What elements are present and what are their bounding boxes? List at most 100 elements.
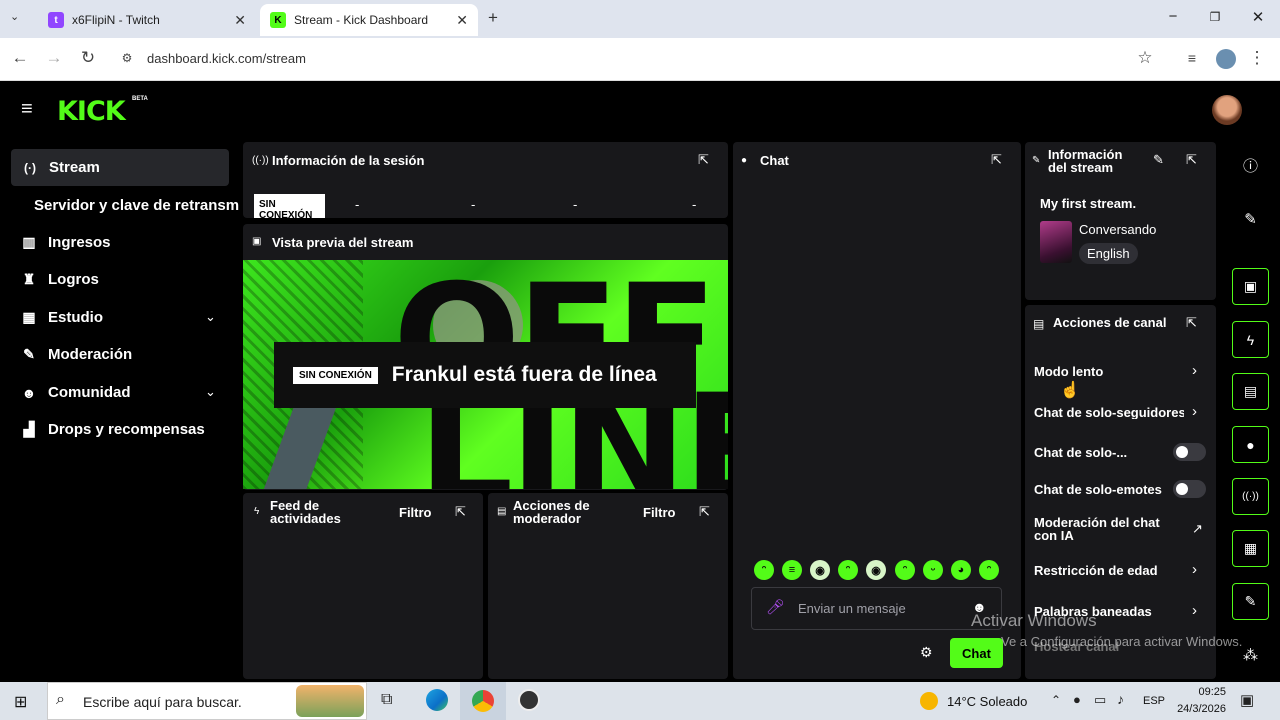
external-link-icon[interactable]: ↗	[1192, 521, 1203, 537]
site-info-icon[interactable]: ⚙	[115, 51, 139, 65]
title-line: actividades	[270, 511, 341, 526]
notifications-icon[interactable]: ▣	[1240, 691, 1254, 709]
sidebar-item-server-key[interactable]: Servidor y clave de retransm	[34, 197, 240, 214]
lightning-icon: ϟ	[254, 506, 260, 517]
emote-icon[interactable]: ≡	[782, 560, 802, 580]
sidebar-item-logros[interactable]: ♜ Logros	[18, 271, 99, 288]
category-name[interactable]: Conversando	[1079, 222, 1156, 237]
sidebar-item-moderacion[interactable]: ✎ Moderación	[18, 346, 132, 363]
sidebar-item-comunidad[interactable]: ☻ Comunidad	[18, 384, 131, 401]
tab-list-dropdown-icon[interactable]: ⌄	[10, 10, 19, 23]
reload-icon[interactable]: ↻	[76, 48, 100, 68]
wrench-icon[interactable]: ✎	[1232, 583, 1269, 620]
sidebar-item-estudio[interactable]: ▦ Estudio	[18, 309, 103, 326]
chevron-right-icon[interactable]: ›	[1192, 561, 1197, 578]
emote-icon[interactable]: ◉	[810, 560, 830, 580]
bookmark-star-icon[interactable]: ☆	[1133, 48, 1157, 68]
mod-actions-title: Acciones de moderador	[513, 499, 590, 525]
chevron-down-icon[interactable]: ⌄	[205, 384, 216, 400]
emote-icon[interactable]: ᵔ	[979, 560, 999, 580]
gear-icon[interactable]: ⚙	[920, 644, 933, 661]
weather-text[interactable]: 14°C Soleado	[947, 694, 1027, 709]
media-control-icon[interactable]: ≡	[1180, 50, 1204, 66]
chat-title: Chat	[760, 153, 789, 168]
sidebar-item-label: Stream	[49, 159, 100, 176]
task-view-icon[interactable]: ⧉	[381, 691, 392, 709]
sidebar-item-drops[interactable]: ▟ Drops y recompensas	[18, 421, 205, 438]
browser-menu-icon[interactable]: ⋮	[1245, 48, 1269, 68]
popout-icon[interactable]: ⇱	[1186, 315, 1197, 331]
chat-send-button[interactable]: Chat	[950, 638, 1003, 668]
action-subscribers-only[interactable]: Chat de solo-...	[1034, 446, 1127, 459]
hamburger-menu-icon[interactable]: ≡	[21, 98, 33, 121]
chat-bubble-icon[interactable]: ●	[1232, 426, 1269, 463]
stream-preview-title: Vista previa del stream	[272, 235, 414, 250]
broadcast-icon[interactable]: ((·))	[1232, 478, 1269, 515]
minimize-icon[interactable]: −	[1153, 8, 1193, 25]
popout-icon[interactable]: ⇱	[698, 152, 709, 168]
tab-twitch[interactable]: t x6FlipiN - Twitch ✕	[38, 4, 256, 36]
sidebar-item-ingresos[interactable]: ▥ Ingresos	[18, 234, 110, 251]
microphone-icon[interactable]: 🎤︎	[766, 598, 785, 616]
channel-icon: ▤	[1033, 317, 1045, 331]
volume-icon[interactable]: ♪	[1117, 691, 1124, 707]
emote-icon[interactable]: ᵔ	[895, 560, 915, 580]
stat-value: -	[692, 197, 697, 212]
close-icon[interactable]: ✕	[234, 12, 246, 29]
close-icon[interactable]: ✕	[456, 12, 468, 29]
info-icon[interactable]: ⓘ	[1232, 147, 1269, 184]
subscribers-only-toggle[interactable]	[1173, 443, 1206, 461]
edit-icon[interactable]: ✎	[1232, 200, 1269, 237]
preview-toggle-icon[interactable]: ▣	[1232, 268, 1269, 305]
clock-time[interactable]: 09:25	[1176, 686, 1226, 698]
stat-value: -	[355, 197, 360, 212]
windows-start-icon[interactable]: ⊞	[14, 692, 27, 712]
channel-icon[interactable]: ▦	[1232, 530, 1269, 567]
maximize-icon[interactable]: ❐	[1195, 10, 1235, 24]
emote-icon[interactable]: ◉	[866, 560, 886, 580]
url-field[interactable]: dashboard.kick.com/stream	[147, 51, 306, 66]
filter-button[interactable]: Filtro	[399, 505, 432, 520]
browser-tab-bar: ⌄ t x6FlipiN - Twitch ✕ K Stream - Kick …	[0, 0, 1280, 38]
user-avatar[interactable]	[1212, 95, 1242, 125]
popout-icon[interactable]: ⇱	[455, 504, 466, 520]
drops-icon: ▟	[23, 421, 35, 437]
filter-button[interactable]: Filtro	[643, 505, 676, 520]
tab-title: x6FlipiN - Twitch	[72, 13, 160, 27]
emote-icon[interactable]: ᵔ	[754, 560, 774, 580]
emote-icon[interactable]: ᵔ	[838, 560, 858, 580]
action-followers-only[interactable]: Chat de solo-seguidores	[1034, 406, 1184, 419]
action-emotes-only[interactable]: Chat de solo-emotes	[1034, 483, 1162, 496]
popout-icon[interactable]: ⇱	[1186, 152, 1197, 168]
forward-icon[interactable]: →	[42, 48, 66, 68]
show-hidden-icons-icon[interactable]: ⌃	[1051, 693, 1061, 707]
kick-logo[interactable]: KICK	[57, 96, 126, 127]
network-icon[interactable]: ▭	[1094, 692, 1106, 708]
edge-browser-icon[interactable]	[426, 689, 448, 711]
document-icon[interactable]: ▤	[1232, 373, 1269, 410]
profile-avatar-icon[interactable]	[1216, 49, 1236, 69]
new-tab-icon[interactable]: +	[488, 8, 498, 28]
popout-icon[interactable]: ⇱	[699, 504, 710, 520]
input-language[interactable]: ESP	[1143, 695, 1165, 707]
back-icon[interactable]: ←	[8, 48, 32, 68]
chevron-right-icon[interactable]: ›	[1192, 602, 1197, 619]
edit-icon[interactable]: ✎	[1153, 152, 1164, 168]
action-age-restriction[interactable]: Restricción de edad	[1034, 564, 1158, 577]
window-close-icon[interactable]: ✕	[1238, 8, 1278, 26]
emote-icon[interactable]: ◕	[951, 560, 971, 580]
clock-date[interactable]: 24/3/2026	[1168, 703, 1226, 715]
chevron-down-icon[interactable]: ⌄	[205, 309, 216, 325]
popout-icon[interactable]: ⇱	[991, 152, 1002, 168]
obs-icon[interactable]	[518, 689, 540, 711]
sidebar-item-stream[interactable]: (·) Stream	[11, 149, 229, 186]
chevron-right-icon[interactable]: ›	[1192, 362, 1197, 379]
microphone-icon[interactable]: ●	[1073, 692, 1081, 707]
lightning-icon[interactable]: ϟ	[1232, 321, 1269, 358]
emotes-only-toggle[interactable]	[1173, 480, 1206, 498]
emote-icon[interactable]: ᵕ	[923, 560, 943, 580]
action-slow-mode[interactable]: Modo lento	[1034, 365, 1103, 378]
action-ai-moderation[interactable]: Moderación del chat con IA	[1034, 516, 1174, 542]
tab-kick-dashboard[interactable]: K Stream - Kick Dashboard ✕	[260, 4, 478, 36]
chevron-right-icon[interactable]: ›	[1192, 403, 1197, 420]
